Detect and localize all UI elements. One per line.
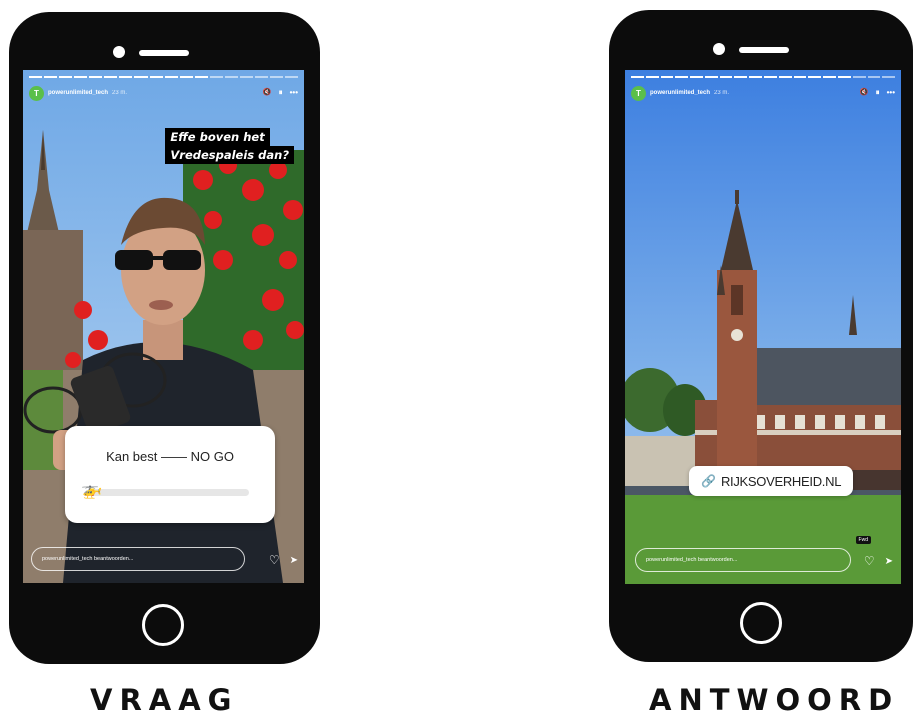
phone-left: T powerunlimited_tech 23 m. 🔇 ⏸ ••• Effe… [9,12,320,664]
helicopter-icon[interactable]: 🚁 [81,480,102,500]
story-header: T powerunlimited_tech 23 m. 🔇 ⏸ ••• [29,84,298,102]
send-icon[interactable]: ➤ [290,555,298,567]
avatar[interactable]: T [29,85,44,101]
story-photo-right [625,70,901,584]
post-time: 23 m. [112,90,128,96]
link-icon: 🔗 [701,474,716,488]
caption-vraag: VRAAG [90,683,239,717]
story-progress-bar [29,76,299,78]
account-handle[interactable]: powerunlimited_tech [48,90,108,96]
phone-right: T powerunlimited_tech 23 m. 🔇 ⏸ ••• 🔗 RI… [609,10,913,662]
home-button[interactable] [142,604,184,646]
camera-dot [713,43,725,55]
home-button[interactable] [740,602,782,644]
slider-label: Kan best —— NO GO [106,449,234,464]
reply-input[interactable]: powerunlimited_tech beantwoorden... [31,547,245,571]
post-time: 23 m. [714,90,730,96]
question-text-sticker: Effe boven het Vredespaleis dan? [165,128,294,164]
account-handle[interactable]: powerunlimited_tech [650,90,710,96]
link-text: RIJKSOVERHEID.NL [720,473,842,489]
caption-antwoord: ANTWOORD [649,683,900,717]
heart-icon[interactable]: ♡ [864,554,875,568]
slider-track[interactable] [91,489,249,496]
story-screen-right[interactable]: T powerunlimited_tech 23 m. 🔇 ⏸ ••• 🔗 RI… [625,70,901,584]
reply-input[interactable]: powerunlimited_tech beantwoorden... [635,548,851,572]
more-options-icon[interactable]: ••• [290,88,298,98]
speaker-grille [139,50,189,56]
reply-placeholder: powerunlimited_tech beantwoorden... [42,556,134,562]
camera-dot [113,46,125,58]
emoji-slider-sticker[interactable]: Kan best —— NO GO 🚁 [65,426,275,523]
question-line-2: Vredespaleis dan? [165,146,294,164]
send-icon[interactable]: ➤ [885,556,893,568]
pause-icon[interactable]: ⏸ [876,88,880,98]
story-screen-left[interactable]: T powerunlimited_tech 23 m. 🔇 ⏸ ••• Effe… [23,70,304,583]
story-progress-bar [631,76,896,78]
speaker-grille [739,47,789,53]
heart-icon[interactable]: ♡ [269,553,280,567]
story-header: T powerunlimited_tech 23 m. 🔇 ⏸ ••• [631,84,895,102]
mute-icon[interactable]: 🔇 [860,88,869,98]
question-line-1: Effe boven het [165,128,270,146]
mute-icon[interactable]: 🔇 [263,88,272,98]
pause-icon[interactable]: ⏸ [279,88,283,98]
reply-placeholder: powerunlimited_tech beantwoorden... [646,557,738,563]
link-sticker[interactable]: 🔗 RIJKSOVERHEID.NL [689,466,854,496]
more-options-icon[interactable]: ••• [887,88,895,98]
avatar[interactable]: T [631,85,646,101]
forward-tooltip: Fwd [855,536,871,544]
